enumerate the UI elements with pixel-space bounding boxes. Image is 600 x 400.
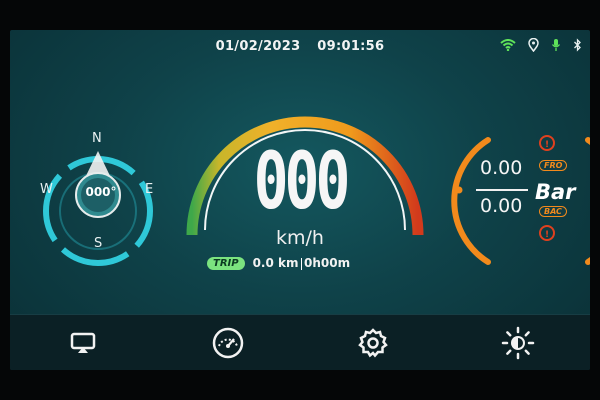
speed-readout: 000 [253, 135, 351, 227]
front-tag: FRO [539, 160, 568, 171]
screen-mirror-icon [70, 332, 95, 353]
trip-info: TRIP 0.0 km 0h00m [207, 256, 350, 270]
trip-separator [300, 257, 302, 270]
settings-button[interactable] [351, 321, 395, 365]
front-pressure-value: 0.00 [480, 157, 523, 179]
trip-distance: 0.0 km [252, 256, 299, 270]
screen-mirror-button[interactable] [61, 321, 105, 365]
trip-badge[interactable]: TRIP [207, 256, 245, 270]
gauge-button[interactable] [206, 321, 250, 365]
tire-warning-icon: ! [539, 135, 555, 151]
bottom-nav [10, 314, 590, 370]
brightness-button[interactable] [496, 321, 540, 365]
compass-west: W [40, 182, 53, 197]
settings-gear-icon [357, 327, 388, 357]
speed-unit: km/h [276, 227, 324, 249]
compass-heading: 000° [85, 185, 117, 199]
dashboard-screen: 01/02/2023 09:01:56 ! ! 000 km/h TRIP 0.… [10, 30, 590, 370]
pressure-unit: Bar [535, 180, 576, 204]
svg-text:!: ! [545, 230, 549, 240]
back-tag: BAC [539, 206, 567, 217]
tire-warning-icon: ! [539, 225, 555, 241]
compass-south: S [94, 236, 103, 251]
trip-distance-duration: 0.0 km 0h00m [253, 256, 351, 270]
compass-north: N [92, 131, 102, 146]
back-pressure-value: 0.00 [480, 195, 523, 217]
svg-text:!: ! [545, 140, 549, 150]
brightness-icon [501, 326, 534, 359]
compass-east: E [145, 182, 154, 197]
gauge-icon [212, 327, 243, 358]
trip-duration: 0h00m [304, 256, 351, 270]
